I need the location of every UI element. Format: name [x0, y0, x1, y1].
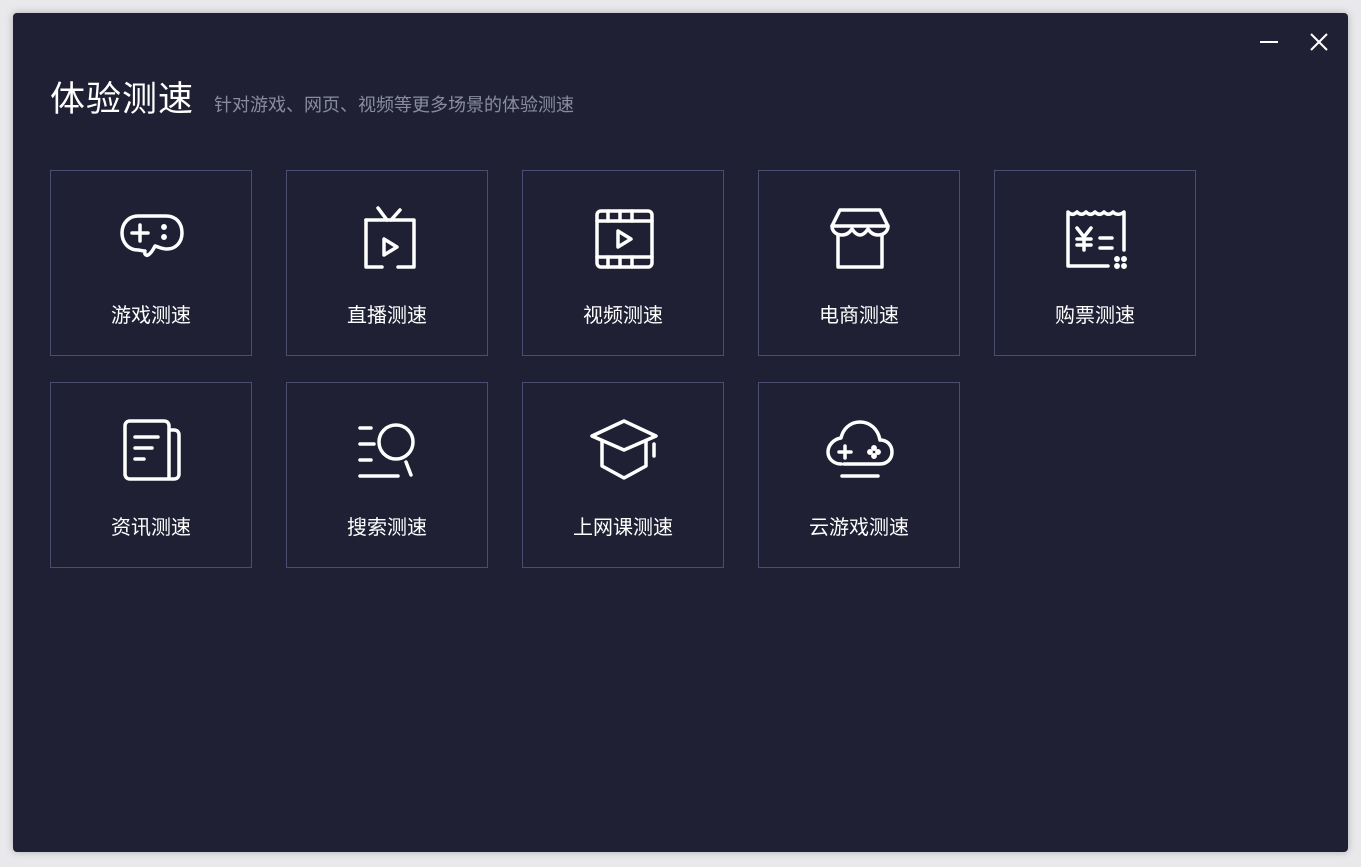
tile-label: 直播测速: [347, 303, 427, 327]
tile-label: 视频测速: [583, 303, 663, 327]
tile-ecommerce-speedtest[interactable]: 电商测速: [758, 170, 960, 356]
tile-live-speedtest[interactable]: 直播测速: [286, 170, 488, 356]
news-icon: [118, 416, 186, 484]
page-header: 体验测速 针对游戏、网页、视频等更多场景的体验测速: [50, 71, 574, 122]
tile-online-class-speedtest[interactable]: 上网课测速: [522, 382, 724, 568]
tile-label: 游戏测速: [111, 303, 191, 327]
tile-label: 电商测速: [819, 303, 899, 327]
search-list-icon: [354, 416, 422, 484]
tile-cloud-game-speedtest[interactable]: 云游戏测速: [758, 382, 960, 568]
page-title: 体验测速: [50, 80, 195, 120]
minimize-icon: [1260, 41, 1278, 43]
tile-label: 搜索测速: [347, 515, 427, 539]
ticket-icon: [1062, 204, 1130, 272]
tv-play-icon: [354, 204, 422, 272]
store-icon: [826, 204, 894, 272]
tile-ticket-speedtest[interactable]: 购票测速: [994, 170, 1196, 356]
cloud-game-icon: [826, 416, 894, 484]
graduation-cap-icon: [590, 416, 658, 484]
page-subtitle: 针对游戏、网页、视频等更多场景的体验测速: [214, 95, 575, 116]
minimize-button[interactable]: [1257, 30, 1281, 54]
close-icon: [1310, 33, 1328, 51]
tile-label: 资讯测速: [111, 515, 191, 539]
film-icon: [590, 204, 658, 272]
gamepad-icon: [118, 204, 186, 272]
tile-label: 云游戏测速: [809, 515, 909, 539]
tile-label: 上网课测速: [573, 515, 673, 539]
speed-test-window: 体验测速 针对游戏、网页、视频等更多场景的体验测速 游戏测速 直播测速 视频测速…: [13, 13, 1348, 852]
tile-news-speedtest[interactable]: 资讯测速: [50, 382, 252, 568]
tile-label: 购票测速: [1055, 303, 1135, 327]
tile-game-speedtest[interactable]: 游戏测速: [50, 170, 252, 356]
tile-video-speedtest[interactable]: 视频测速: [522, 170, 724, 356]
tile-search-speedtest[interactable]: 搜索测速: [286, 382, 488, 568]
close-button[interactable]: [1307, 30, 1331, 54]
